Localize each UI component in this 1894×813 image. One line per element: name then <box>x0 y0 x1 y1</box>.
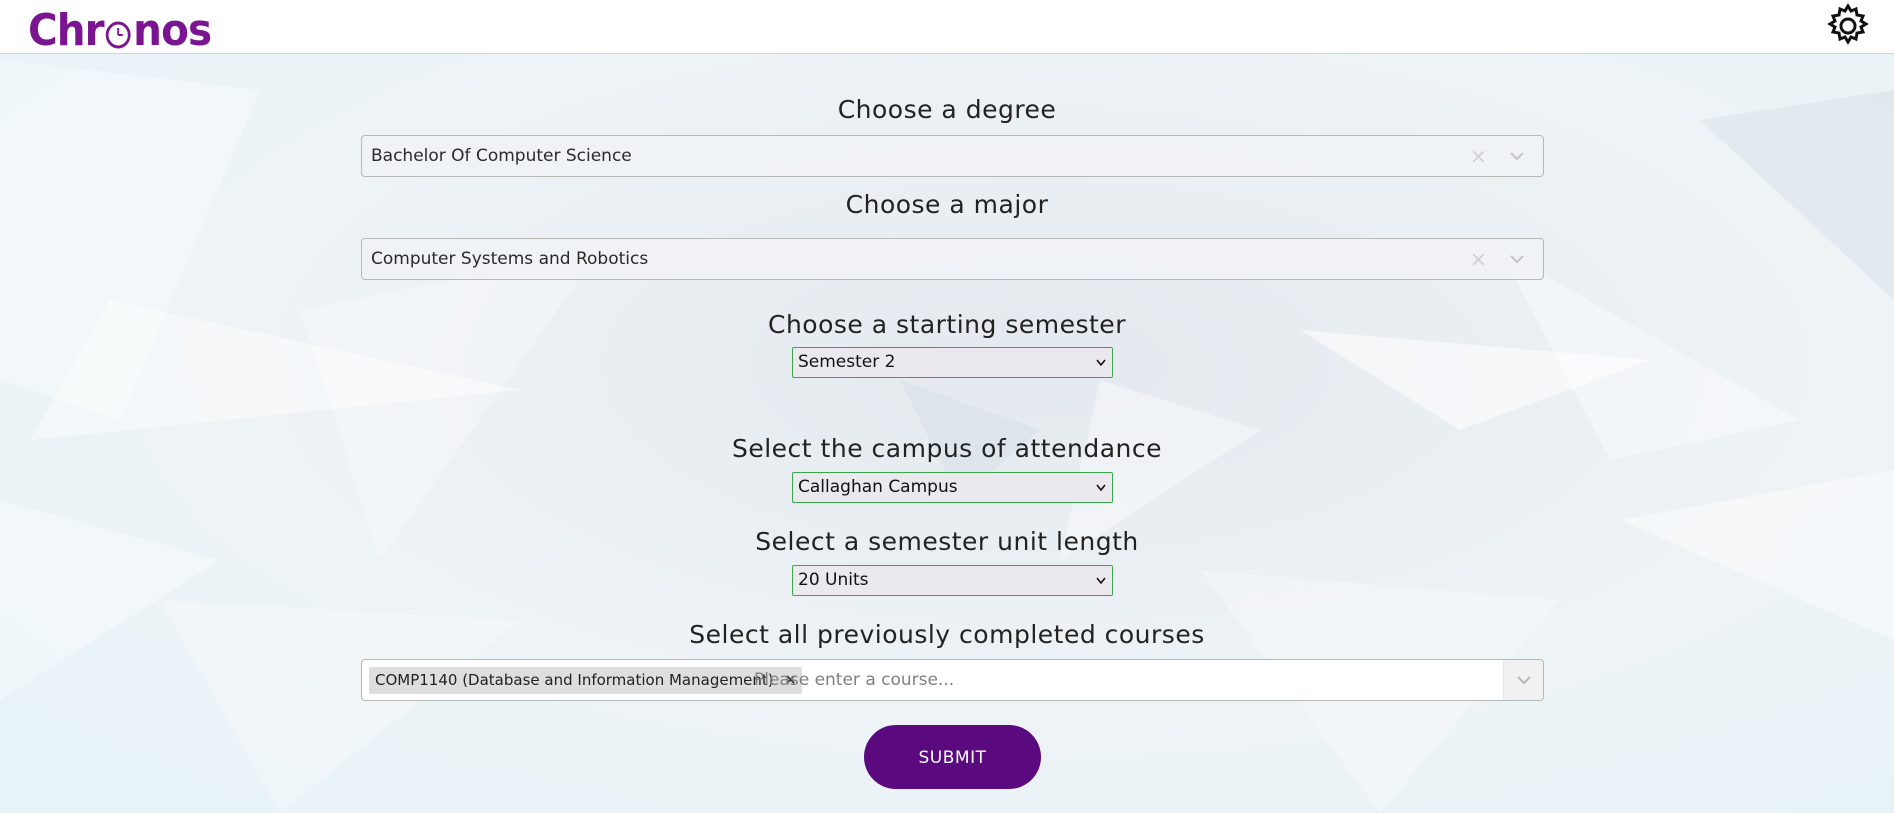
chevron-down-icon <box>1517 676 1531 685</box>
degree-label: Choose a degree <box>837 95 1057 124</box>
dropdown-indicator[interactable] <box>1504 660 1543 700</box>
submit-button[interactable]: SUBMIT <box>864 725 1041 789</box>
campus-value: Callaghan Campus <box>798 477 958 497</box>
top-navbar: Chr nos <box>0 0 1894 54</box>
course-chip-label: COMP1140 (Database and Information Manag… <box>375 671 774 689</box>
unit-length-label: Select a semester unit length <box>755 527 1139 556</box>
gear-icon[interactable] <box>1824 2 1872 50</box>
campus-select[interactable]: Callaghan Campus <box>792 472 1113 503</box>
semester-label: Choose a starting semester <box>768 310 1126 339</box>
logo-text-right: nos <box>133 5 212 56</box>
completed-courses-multiselect[interactable]: COMP1140 (Database and Information Manag… <box>361 659 1544 701</box>
course-search-input[interactable]: Please enter a course... <box>754 660 954 700</box>
chevron-down-icon <box>1096 359 1106 367</box>
major-clear-icon[interactable]: × <box>1470 239 1487 279</box>
semester-value: Semester 2 <box>798 352 896 372</box>
major-label: Choose a major <box>845 190 1049 219</box>
clock-icon <box>106 21 131 49</box>
campus-label: Select the campus of attendance <box>731 434 1162 463</box>
logo-text-left: Chr <box>28 5 105 56</box>
unit-length-select[interactable]: 20 Units <box>792 565 1113 596</box>
chevron-down-icon[interactable] <box>1508 149 1526 163</box>
chevron-down-icon <box>1096 484 1106 492</box>
degree-clear-icon[interactable]: × <box>1470 136 1487 176</box>
completed-courses-label: Select all previously completed courses <box>689 620 1205 649</box>
app-logo[interactable]: Chr nos <box>28 5 212 56</box>
unit-length-value: 20 Units <box>798 570 869 590</box>
course-chip: COMP1140 (Database and Information Manag… <box>369 667 802 694</box>
degree-select[interactable]: Bachelor Of Computer Science × <box>361 135 1544 177</box>
major-value: Computer Systems and Robotics <box>371 249 649 269</box>
chevron-down-icon[interactable] <box>1508 252 1526 266</box>
degree-value: Bachelor Of Computer Science <box>371 146 632 166</box>
semester-select[interactable]: Semester 2 <box>792 347 1113 378</box>
chevron-down-icon <box>1096 577 1106 585</box>
major-select[interactable]: Computer Systems and Robotics × <box>361 238 1544 280</box>
